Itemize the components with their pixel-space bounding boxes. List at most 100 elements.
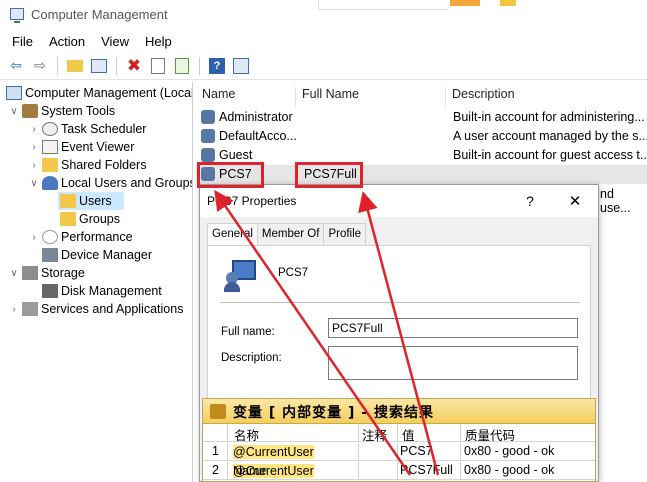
variable-name-rest: Name [233,464,267,478]
window-title: Computer Management [31,7,168,22]
tab-profile[interactable]: Profile [323,223,367,245]
column-header-name[interactable]: 名称 [234,425,259,444]
description-field[interactable] [328,346,578,380]
chevron-down-icon[interactable]: ∨ [28,178,40,189]
forward-icon[interactable]: ⇨ [30,56,50,76]
chevron-down-icon[interactable]: ∨ [8,268,20,279]
tree-item-users[interactable]: Users [58,192,124,210]
column-header-name[interactable]: Name [196,87,296,107]
tree-item-label: Performance [61,230,133,244]
tree-item-groups[interactable]: Groups [58,210,120,228]
variable-value: PCS7Full [400,463,453,477]
panel-header: 变量 [ 内部变量 ] - 搜索结果 [203,399,595,424]
storage-icon [22,266,38,280]
user-account-icon [224,258,260,292]
tree-item-storage[interactable]: ∨ Storage [8,264,85,282]
performance-icon [42,230,58,244]
background-window-fragment [500,0,516,6]
toolbar-separator [116,56,117,75]
chevron-right-icon[interactable]: › [8,304,20,315]
tab-general[interactable]: General [207,223,258,246]
chevron-right-icon[interactable]: › [28,124,40,135]
toolbar: ⇦ ⇨ ✖ ? [0,52,647,80]
column-header-comment[interactable]: 注释 [362,425,387,444]
tree-item-local-users-groups[interactable]: ∨ Local Users and Groups [28,174,193,192]
delete-icon[interactable]: ✖ [124,56,144,76]
export-icon[interactable] [172,56,192,76]
users-group-icon [42,176,58,190]
view-icon[interactable] [231,56,251,76]
tree-item-label: Computer Management (Local [25,86,193,100]
description-label: Description: [221,352,282,364]
user-icon [201,148,215,162]
title-bar: Computer Management [0,0,647,30]
computer-management-icon [10,8,24,23]
tree-item-performance[interactable]: › Performance [28,228,133,246]
chevron-down-icon[interactable]: ∨ [8,106,20,117]
tree-item-label: Services and Applications [41,302,184,316]
tree-item-label: Users [79,194,112,208]
user-icon [201,129,215,143]
divider [220,302,580,303]
tree-item-label: Storage [41,266,85,280]
tree-item-disk-management[interactable]: Disk Management [40,282,162,300]
toolbar-separator [199,56,200,75]
menu-file[interactable]: File [4,34,41,49]
dialog-title-bar: PCS7 Properties ? ✕ [200,185,598,217]
device-manager-icon [42,248,58,262]
properties-icon[interactable] [148,56,168,76]
search-match: @CurrentUser [233,445,314,459]
quality-code: 0x80 - good - ok [464,444,555,458]
user-icon [201,167,215,181]
tab-member-of[interactable]: Member Of [256,223,325,245]
column-header-value[interactable]: 值 [402,425,415,444]
clock-icon [42,122,58,136]
help-icon[interactable]: ? [207,56,227,76]
user-description: Built-in account for guest access t... [453,148,647,162]
quality-code: 0x80 - good - ok [464,463,555,477]
column-header-description[interactable]: Description [446,87,646,107]
close-button[interactable]: ✕ [552,185,598,217]
chevron-right-icon[interactable]: › [28,160,40,171]
tree-item-services-applications[interactable]: › Services and Applications [8,300,183,318]
up-folder-icon[interactable] [65,56,85,76]
full-name-label: Full name: [221,326,275,338]
variable-search-panel: 变量 [ 内部变量 ] - 搜索结果 名称 注释 值 质量代码 1 @Curre… [202,398,596,482]
tree-item-device-manager[interactable]: Device Manager [40,246,152,264]
user-name: DefaultAcco... [219,129,297,143]
column-header-quality[interactable]: 质量代码 [465,425,515,444]
help-button[interactable]: ? [508,185,552,217]
user-description: Built-in account for administering... [453,110,645,124]
list-row-selected[interactable]: PCS7 PCS7Full [196,165,647,184]
table-row[interactable]: 2 @CurrentUser Name PCS7Full 0x80 - good … [203,462,595,480]
chevron-right-icon[interactable]: › [28,142,40,153]
tree-item-shared-folders[interactable]: › Shared Folders [28,156,146,174]
folder-icon [60,194,76,208]
table-row[interactable]: 1 @CurrentUser PCS7 0x80 - good - ok [203,443,595,461]
tree-item-system-tools[interactable]: ∨ System Tools [8,102,115,120]
menu-help[interactable]: Help [137,34,180,49]
column-header-full-name[interactable]: Full Name [296,87,446,107]
toolbar-separator [57,56,58,75]
tree-item-root[interactable]: Computer Management (Local [4,84,193,102]
background-window-fragment [450,0,480,6]
menu-action[interactable]: Action [41,34,93,49]
show-hide-tree-icon[interactable] [89,56,109,76]
menu-view[interactable]: View [93,34,137,49]
services-icon [22,302,38,316]
list-row[interactable]: Guest Built-in account for guest access … [196,146,647,165]
list-row[interactable]: DefaultAcco... A user account managed by… [196,127,647,146]
user-name: Administrator [219,110,293,124]
tools-icon [22,104,38,118]
dialog-username: PCS7 [278,267,309,279]
tree-item-label: Task Scheduler [61,122,147,136]
back-icon[interactable]: ⇦ [6,56,26,76]
tree-item-task-scheduler[interactable]: › Task Scheduler [28,120,146,138]
tree-item-label: Local Users and Groups [61,176,193,190]
full-name-field[interactable] [328,318,578,338]
dialog-title: PCS7 Properties [207,194,297,208]
chevron-right-icon[interactable]: › [28,232,40,243]
list-row[interactable]: Administrator Built-in account for admin… [196,108,647,127]
tree-item-event-viewer[interactable]: › Event Viewer [28,138,134,156]
tree-item-label: Event Viewer [61,140,135,154]
